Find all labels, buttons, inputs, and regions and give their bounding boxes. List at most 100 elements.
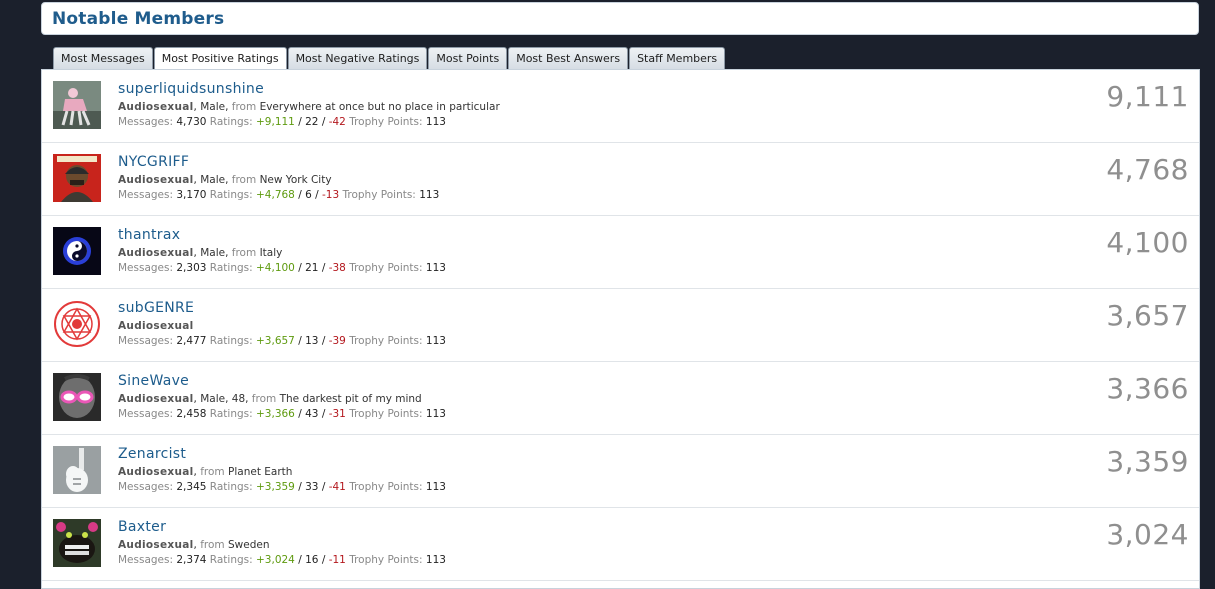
member-row: SineWave Audiosexual, Male, 48, from The… bbox=[42, 362, 1199, 435]
member-info: Audiosexual, Male, from New York City bbox=[118, 174, 332, 186]
messages-count: 2,374 bbox=[176, 554, 207, 566]
member-title: Audiosexual bbox=[118, 247, 194, 259]
neutral-ratings: 33 bbox=[305, 481, 319, 493]
tab-staff-members[interactable]: Staff Members bbox=[629, 47, 726, 69]
negative-ratings: -39 bbox=[328, 335, 346, 347]
positive-ratings: +4,768 bbox=[256, 189, 295, 201]
member-avatar[interactable] bbox=[53, 300, 101, 348]
trophy-points-count: 113 bbox=[425, 481, 446, 493]
member-name[interactable]: SineWave bbox=[118, 373, 189, 389]
member-stats: Messages: 4,730 Ratings: +9,111 / 22 / -… bbox=[118, 116, 446, 128]
member-title: Audiosexual bbox=[118, 466, 194, 478]
member-location: Everywhere at once but no place in parti… bbox=[259, 101, 500, 113]
member-location: New York City bbox=[259, 174, 332, 186]
negative-ratings: -42 bbox=[328, 116, 346, 128]
trophy-points-label: Trophy Points: bbox=[349, 554, 423, 566]
trophy-points-label: Trophy Points: bbox=[342, 189, 416, 201]
neutral-ratings: 21 bbox=[305, 262, 319, 274]
member-name[interactable]: NYCGRIFF bbox=[118, 154, 189, 170]
trophy-points-count: 113 bbox=[419, 189, 440, 201]
member-info: Audiosexual, from Planet Earth bbox=[118, 466, 292, 478]
messages-label: Messages: bbox=[118, 116, 174, 128]
member-stats: Messages: 2,345 Ratings: +3,359 / 33 / -… bbox=[118, 481, 446, 493]
messages-label: Messages: bbox=[118, 408, 174, 420]
member-location: Planet Earth bbox=[228, 466, 293, 478]
ratings-separator: / bbox=[298, 408, 302, 420]
positive-ratings-total: 3,657 bbox=[1106, 299, 1189, 332]
tab-most-messages[interactable]: Most Messages bbox=[53, 47, 153, 69]
member-row: Baxter Audiosexual, from Sweden Messages… bbox=[42, 508, 1199, 581]
from-label: from bbox=[228, 247, 260, 259]
positive-ratings-total: 3,359 bbox=[1106, 445, 1189, 478]
member-avatar[interactable] bbox=[53, 227, 101, 275]
messages-label: Messages: bbox=[118, 335, 174, 347]
ratings-separator: / bbox=[321, 408, 326, 420]
member-title: Audiosexual bbox=[118, 320, 194, 332]
negative-ratings: -31 bbox=[328, 408, 346, 420]
ratings-label: Ratings: bbox=[209, 262, 253, 274]
member-name[interactable]: subGENRE bbox=[118, 300, 194, 316]
notable-members-header: Notable Members bbox=[41, 2, 1199, 35]
tab-bar: Most Messages Most Positive Ratings Most… bbox=[53, 47, 726, 70]
ratings-separator: / bbox=[321, 116, 326, 128]
messages-count: 3,170 bbox=[176, 189, 207, 201]
messages-count: 2,345 bbox=[176, 481, 207, 493]
ratings-separator: / bbox=[298, 116, 302, 128]
member-location: Italy bbox=[259, 247, 283, 259]
messages-label: Messages: bbox=[118, 262, 174, 274]
yin-yang-avatar-icon bbox=[53, 227, 101, 275]
member-stats: Messages: 2,477 Ratings: +3,657 / 13 / -… bbox=[118, 335, 446, 347]
member-avatar[interactable] bbox=[53, 519, 101, 567]
positive-ratings-total: 4,100 bbox=[1106, 226, 1189, 259]
from-label: from bbox=[228, 174, 260, 186]
member-row: subGENRE Audiosexual Messages: 2,477 Rat… bbox=[42, 289, 1199, 362]
trophy-points-label: Trophy Points: bbox=[349, 408, 423, 420]
member-stats: Messages: 2,303 Ratings: +4,100 / 21 / -… bbox=[118, 262, 446, 274]
tab-most-negative-ratings[interactable]: Most Negative Ratings bbox=[287, 47, 428, 69]
tab-most-positive-ratings[interactable]: Most Positive Ratings bbox=[153, 47, 287, 70]
ratings-separator: / bbox=[298, 335, 302, 347]
trophy-points-count: 113 bbox=[425, 408, 446, 420]
member-row: NYCGRIFF Audiosexual, Male, from New Yor… bbox=[42, 143, 1199, 216]
member-name[interactable]: thantrax bbox=[118, 227, 180, 243]
member-details: , Male, bbox=[193, 101, 229, 113]
ratings-label: Ratings: bbox=[209, 335, 253, 347]
member-info: Audiosexual, from Sweden bbox=[118, 539, 270, 551]
member-name[interactable]: superliquidsunshine bbox=[118, 81, 264, 97]
ratings-separator: / bbox=[315, 189, 319, 201]
positive-ratings-total: 4,768 bbox=[1106, 153, 1189, 186]
member-avatar[interactable] bbox=[53, 373, 101, 421]
page-title: Notable Members bbox=[52, 9, 225, 29]
ratings-separator: / bbox=[298, 262, 302, 274]
positive-ratings-total: 3,024 bbox=[1106, 518, 1189, 551]
member-name[interactable]: Baxter bbox=[118, 519, 166, 535]
member-details: , Male, bbox=[193, 174, 229, 186]
member-stats: Messages: 3,170 Ratings: +4,768 / 6 / -1… bbox=[118, 189, 439, 201]
messages-label: Messages: bbox=[118, 481, 174, 493]
positive-ratings: +3,657 bbox=[256, 335, 295, 347]
member-stats: Messages: 2,374 Ratings: +3,024 / 16 / -… bbox=[118, 554, 446, 566]
ratings-label: Ratings: bbox=[209, 189, 253, 201]
member-stats: Messages: 2,458 Ratings: +3,366 / 43 / -… bbox=[118, 408, 446, 420]
tab-most-points[interactable]: Most Points bbox=[428, 47, 508, 69]
member-avatar[interactable] bbox=[53, 154, 101, 202]
member-info: Audiosexual, Male, from Everywhere at on… bbox=[118, 101, 500, 113]
member-info: Audiosexual, Male, from Italy bbox=[118, 247, 282, 259]
member-row: superliquidsunshine Audiosexual, Male, f… bbox=[42, 70, 1199, 143]
member-avatar[interactable] bbox=[53, 81, 101, 129]
positive-ratings: +9,111 bbox=[256, 116, 295, 128]
member-details: , Male, bbox=[193, 247, 229, 259]
ratings-separator: / bbox=[321, 481, 326, 493]
trophy-points-count: 113 bbox=[425, 262, 446, 274]
member-name[interactable]: Zenarcist bbox=[118, 446, 186, 462]
member-avatar[interactable] bbox=[53, 446, 101, 494]
negative-ratings: -13 bbox=[322, 189, 340, 201]
messages-count: 2,477 bbox=[176, 335, 207, 347]
negative-ratings: -11 bbox=[328, 554, 346, 566]
ratings-separator: / bbox=[298, 481, 302, 493]
trophy-points-count: 113 bbox=[425, 116, 446, 128]
trophy-points-label: Trophy Points: bbox=[349, 335, 423, 347]
trophy-points-label: Trophy Points: bbox=[349, 481, 423, 493]
tab-most-best-answers[interactable]: Most Best Answers bbox=[508, 47, 629, 69]
member-row: thantrax Audiosexual, Male, from Italy M… bbox=[42, 216, 1199, 289]
